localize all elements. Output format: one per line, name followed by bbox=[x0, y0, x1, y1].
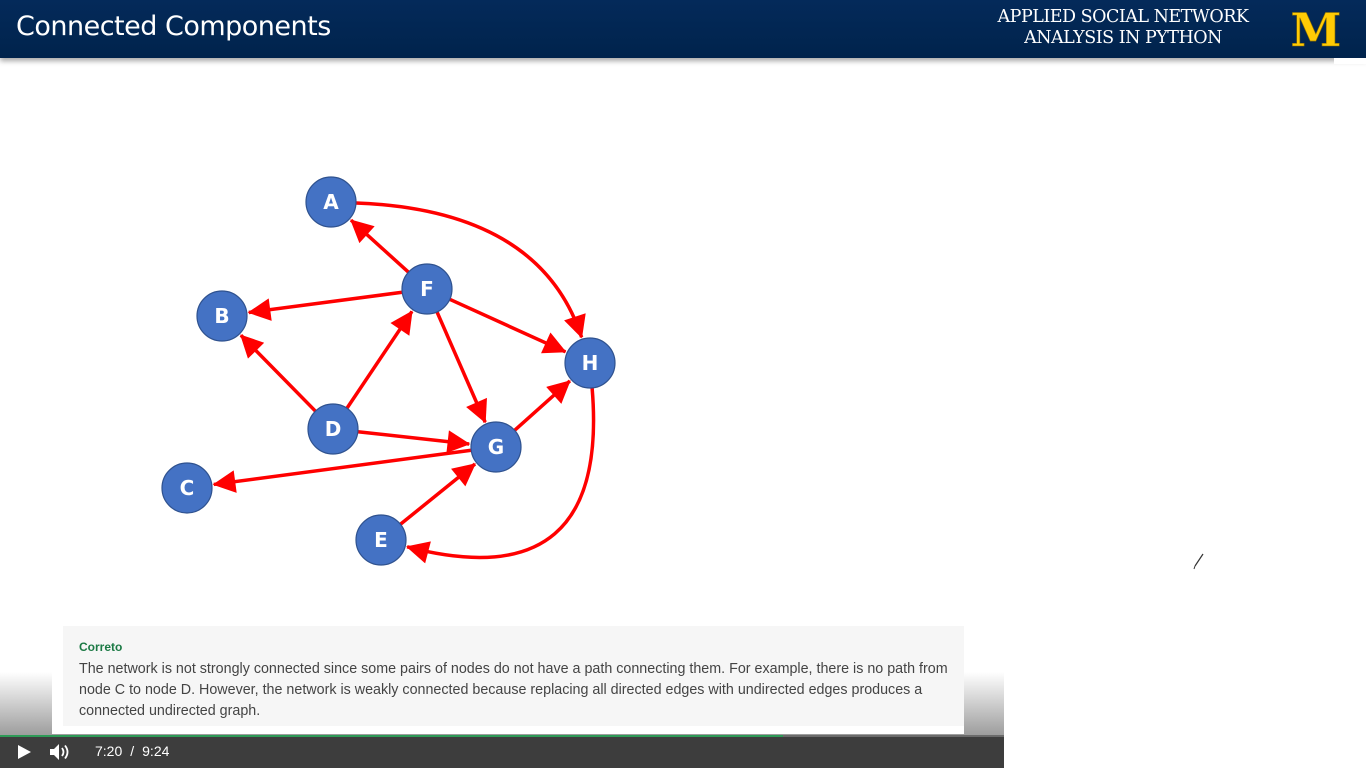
feedback-status: Correto bbox=[79, 640, 123, 654]
university-logo: M bbox=[1290, 8, 1342, 50]
edge-d-b bbox=[239, 334, 317, 413]
edge-f-a bbox=[349, 218, 410, 274]
edge-g-c bbox=[212, 448, 472, 493]
edge-e-g bbox=[399, 462, 477, 526]
feedback-panel: Correto The network is not strongly conn… bbox=[52, 616, 964, 734]
node-b: B bbox=[196, 290, 248, 342]
volume-button[interactable] bbox=[48, 742, 74, 762]
node-a: A bbox=[305, 176, 357, 228]
pen-cursor-icon bbox=[1193, 553, 1204, 570]
edge-g-h bbox=[513, 379, 572, 432]
node-d: D bbox=[307, 403, 359, 455]
edge-d-f bbox=[345, 310, 414, 410]
node-label: C bbox=[180, 476, 195, 500]
node-label: B bbox=[214, 304, 229, 328]
time-display: 7:20 / 9:24 bbox=[95, 743, 169, 759]
progress-bar[interactable] bbox=[0, 735, 1004, 737]
progress-fill bbox=[0, 735, 784, 737]
video-player-controls: 7:20 / 9:24 bbox=[0, 735, 1004, 768]
slide-header: Connected Components APPLIED SOCIAL NETW… bbox=[0, 0, 1366, 58]
play-button[interactable] bbox=[14, 743, 36, 761]
feedback-explanation: The network is not strongly connected si… bbox=[79, 661, 948, 719]
node-e: E bbox=[355, 514, 407, 566]
network-diagram: A B C D E F G H bbox=[161, 176, 616, 566]
course-title-line-2: ANALYSIS IN PYTHON bbox=[1024, 28, 1222, 48]
edge-d-g bbox=[357, 430, 471, 453]
edge-f-h bbox=[449, 297, 567, 354]
course-title: APPLIED SOCIAL NETWORK ANALYSIS IN PYTHO… bbox=[978, 7, 1268, 49]
logo-letter: M bbox=[1291, 8, 1342, 50]
node-c: C bbox=[161, 462, 213, 514]
feedback-box: Correto The network is not strongly conn… bbox=[63, 626, 964, 726]
time-separator: / bbox=[130, 743, 135, 759]
node-label: F bbox=[420, 277, 434, 301]
edge-f-b bbox=[247, 290, 403, 321]
node-label: A bbox=[323, 190, 339, 214]
edges-layer bbox=[212, 201, 596, 564]
node-h: H bbox=[564, 337, 616, 389]
edge-h-e bbox=[406, 387, 596, 564]
node-label: D bbox=[325, 417, 342, 441]
play-icon bbox=[18, 745, 31, 759]
node-f: F bbox=[401, 263, 453, 315]
nodes-layer: A B C D E F G H bbox=[161, 176, 616, 566]
node-label: E bbox=[374, 528, 388, 552]
duration: 9:24 bbox=[142, 743, 170, 759]
node-label: H bbox=[582, 351, 599, 375]
volume-icon bbox=[50, 744, 69, 760]
edge-f-g bbox=[435, 311, 487, 424]
node-label: G bbox=[488, 435, 504, 459]
course-title-line-1: APPLIED SOCIAL NETWORK bbox=[997, 7, 1249, 27]
current-time: 7:20 bbox=[95, 743, 123, 759]
edge-a-h bbox=[355, 201, 586, 339]
node-g: G bbox=[470, 421, 522, 473]
slide-title: Connected Components bbox=[16, 11, 331, 42]
